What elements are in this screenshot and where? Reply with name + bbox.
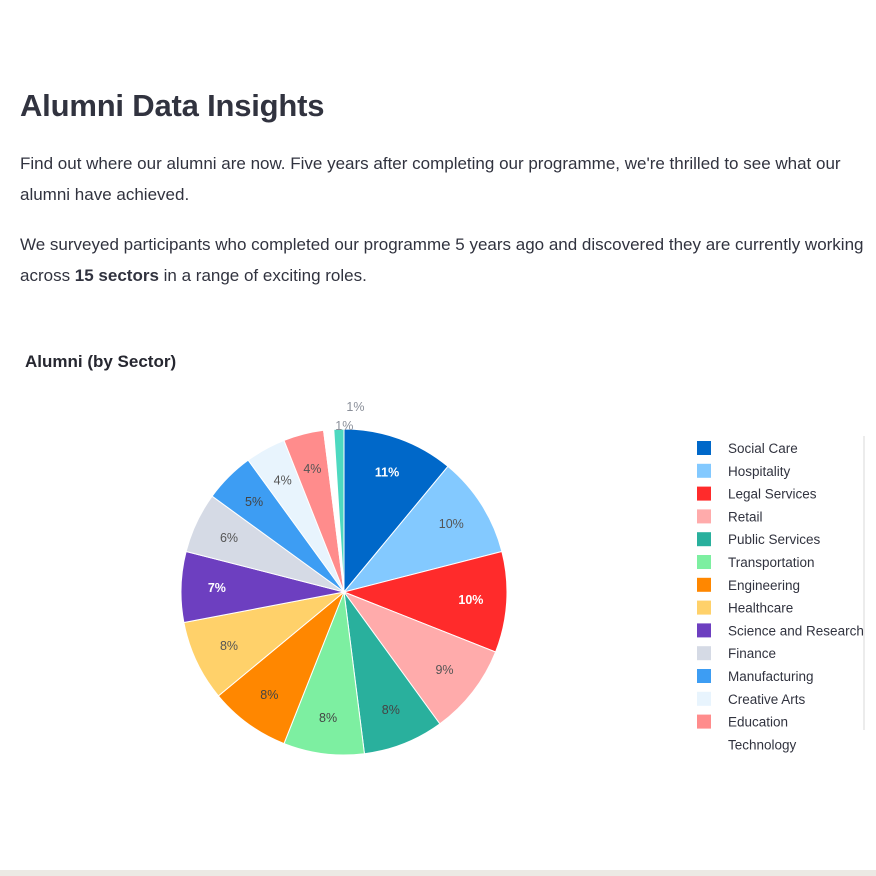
slice-percent-label: 8% xyxy=(260,688,278,702)
legend-swatch[interactable] xyxy=(697,646,711,661)
slice-percent-label: 11% xyxy=(375,465,399,479)
legend-swatch[interactable] xyxy=(697,441,711,455)
legend-swatch[interactable] xyxy=(697,532,711,547)
legend-swatch[interactable] xyxy=(697,600,711,615)
slice-percent-label: 10% xyxy=(458,593,483,607)
slice-percent-label: 8% xyxy=(382,703,400,717)
legend-label[interactable]: Healthcare xyxy=(728,601,793,616)
bottom-divider xyxy=(0,870,876,876)
legend-label[interactable]: Finance xyxy=(728,646,776,661)
pie-chart: 11% 10% 10% 9% 8% 8% 8% 8% 7% 6% 5% 4% 4% 1% 1% Social… xyxy=(180,400,865,756)
legend-swatch[interactable] xyxy=(697,577,711,592)
legend-label[interactable]: Transportation xyxy=(728,555,815,570)
legend-swatch[interactable] xyxy=(697,714,711,729)
slice-percent-label: 4% xyxy=(274,474,292,488)
slice-percent-label: 5% xyxy=(245,495,263,509)
intro-paragraph: Find out where our alumni are now. Five … xyxy=(20,154,841,204)
slice-percent-label: 1% xyxy=(335,419,353,433)
slice-percent-label: 8% xyxy=(220,639,238,653)
legend-swatch[interactable] xyxy=(697,509,711,524)
page-title: Alumni Data Insights xyxy=(20,88,325,123)
legend-swatch[interactable] xyxy=(697,623,711,638)
legend-label[interactable]: Legal Services xyxy=(728,487,817,502)
legend-swatch[interactable] xyxy=(697,669,711,683)
legend-label[interactable]: Education xyxy=(728,715,788,730)
legend-label[interactable]: Technology xyxy=(728,737,797,752)
survey-paragraph-suffix: in a range of exciting roles. xyxy=(158,266,367,285)
slice-percent-label: 7% xyxy=(208,581,226,595)
sector-count: 15 sectors xyxy=(74,266,159,285)
chart-title: Alumni (by Sector) xyxy=(25,352,177,371)
slice-percent-label: 6% xyxy=(220,531,238,545)
slice-percent-label: 4% xyxy=(303,462,321,476)
legend-label[interactable]: Retail xyxy=(728,509,763,524)
legend-swatch[interactable] xyxy=(697,691,711,706)
legend-label[interactable]: Science and Research xyxy=(728,623,864,638)
legend-label[interactable]: Public Services xyxy=(728,532,821,547)
legend-label[interactable]: Creative Arts xyxy=(728,692,806,707)
survey-paragraph: We surveyed participants who completed o… xyxy=(20,229,866,291)
legend-label[interactable]: Social Care xyxy=(728,441,798,456)
legend-swatch[interactable] xyxy=(697,463,711,478)
slice-percent-label: 10% xyxy=(439,517,464,531)
legend-label[interactable]: Manufacturing xyxy=(728,669,814,684)
slice-percent-label: 1% xyxy=(346,400,364,414)
legend-swatch[interactable] xyxy=(697,486,711,501)
legend-label[interactable]: Hospitality xyxy=(728,464,791,479)
chart-legend[interactable]: Social Care Hospitality Legal Services Reta… xyxy=(697,441,864,752)
legend-swatch[interactable] xyxy=(697,737,711,752)
pie-slices xyxy=(180,428,508,756)
legend-label[interactable]: Engineering xyxy=(728,578,800,593)
page: Alumni Data Insights Find out where our … xyxy=(0,0,876,876)
slice-percent-label: 8% xyxy=(319,711,337,725)
slice-percent-label: 9% xyxy=(435,663,453,677)
legend-swatch[interactable] xyxy=(697,555,711,569)
